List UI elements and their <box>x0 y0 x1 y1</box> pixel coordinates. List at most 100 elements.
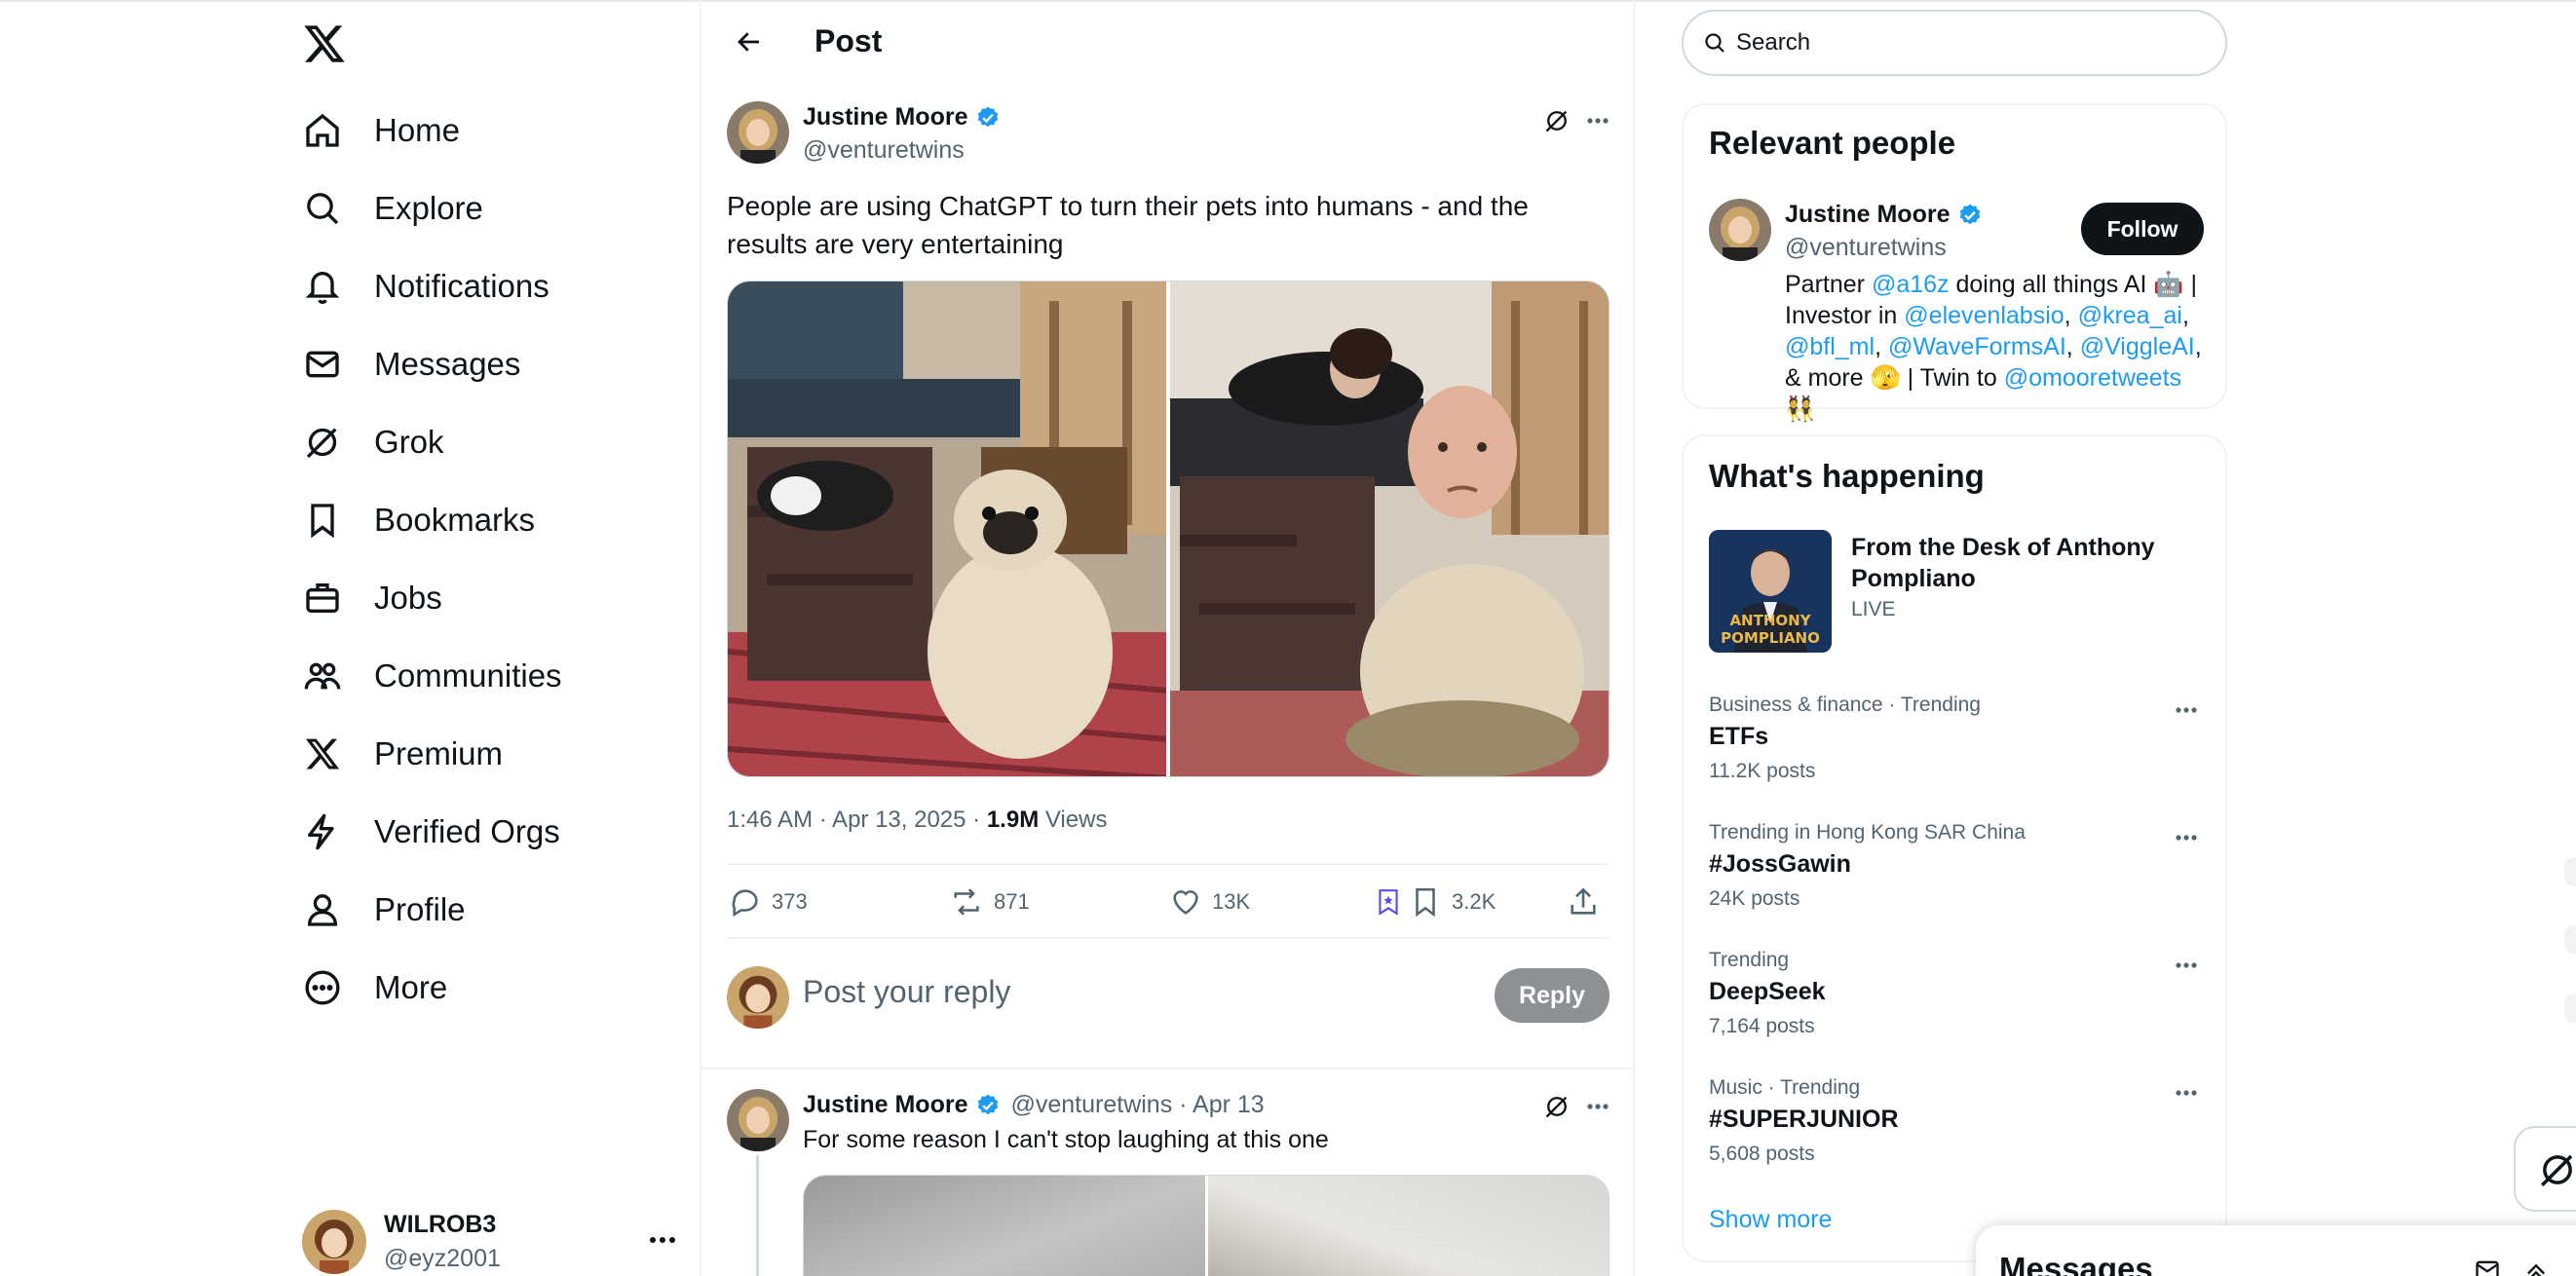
author-handle[interactable]: @venturetwins <box>803 136 965 165</box>
grok-bookmark-icon <box>1376 887 1401 917</box>
reply-author-avatar[interactable] <box>727 1089 789 1151</box>
bio-mention[interactable]: @ViggleAI <box>2080 333 2195 360</box>
bio-mention[interactable]: @a16z <box>1872 271 1950 298</box>
nav-communities[interactable]: Communities <box>302 647 562 705</box>
trend-item[interactable]: Trending in Hong Kong SAR China #JossGaw… <box>1684 821 2225 948</box>
person-handle[interactable]: @venturetwins <box>1785 234 1947 262</box>
repost-button[interactable]: 871 <box>949 884 1030 919</box>
nav-profile[interactable]: Profile <box>302 881 466 939</box>
search-icon <box>1703 31 1726 55</box>
avatar <box>302 1210 366 1274</box>
bio-mention[interactable]: @omooretweets <box>2004 364 2181 392</box>
share-icon <box>1567 885 1600 919</box>
nav-more[interactable]: More <box>302 958 447 1017</box>
new-message-icon[interactable] <box>2473 1257 2502 1276</box>
reply-count: 373 <box>772 889 808 914</box>
bookmark-icon <box>1409 885 1442 919</box>
chevron-up-icon[interactable] <box>2521 1257 2551 1276</box>
post-header: Post <box>701 0 1635 84</box>
reply-author-name[interactable]: Justine Moore <box>803 1091 967 1119</box>
thumb-text-1: ANTHONY <box>1729 612 1811 629</box>
reply-photo-right[interactable] <box>1208 1176 1609 1276</box>
relevant-people-card: Relevant people Justine Moore @venturetw… <box>1682 103 2227 423</box>
trend-post-count: 24K posts <box>1709 887 1800 910</box>
messages-drawer[interactable]: Messages <box>1976 1225 2576 1276</box>
thread-line <box>756 1155 759 1276</box>
trend-context: Music · Trending <box>1709 1076 1861 1099</box>
person-avatar[interactable] <box>1709 199 1771 261</box>
account-display-name: WILROB3 <box>384 1211 497 1238</box>
more-options-icon[interactable] <box>1578 101 1617 140</box>
nav-verified-orgs[interactable]: Verified Orgs <box>302 803 560 861</box>
author-name[interactable]: Justine Moore <box>803 103 1001 131</box>
live-title[interactable]: From the Desk of Anthony Pompliano <box>1851 532 2212 594</box>
author-avatar[interactable] <box>727 101 789 164</box>
search-input[interactable] <box>1736 29 2165 56</box>
nav-bookmarks[interactable]: Bookmarks <box>302 491 535 549</box>
reply-photo-left[interactable] <box>804 1176 1205 1276</box>
bio-mention[interactable]: @bfl_ml <box>1785 333 1875 360</box>
more-options-icon[interactable] <box>1578 1087 1617 1126</box>
nav-premium[interactable]: Premium <box>302 725 503 783</box>
post-timestamp: 1:46 AM · Apr 13, 2025 · 1.9M Views <box>727 807 1107 834</box>
people-icon <box>302 656 343 696</box>
grok-icon[interactable] <box>1537 101 1576 140</box>
more-icon[interactable] <box>643 1225 682 1255</box>
nav-label: Messages <box>374 346 521 382</box>
nav-label: Bookmarks <box>374 502 536 538</box>
more-options-icon[interactable] <box>2171 697 2202 723</box>
views-label: Views <box>1039 807 1108 833</box>
grok-icon[interactable] <box>1537 1087 1576 1126</box>
person-name[interactable]: Justine Moore <box>1785 201 1983 229</box>
timestamp-text[interactable]: 1:46 AM · Apr 13, 2025 · <box>727 807 987 833</box>
search-box[interactable] <box>1682 10 2227 76</box>
grok-analyze-button[interactable] <box>1376 884 1401 919</box>
mail-icon <box>302 344 343 385</box>
trend-item[interactable]: Trending DeepSeek 7,164 posts <box>1684 949 2225 1075</box>
nav-label: Jobs <box>374 580 442 616</box>
human-photo[interactable] <box>1169 281 1609 776</box>
pet-photo[interactable] <box>728 281 1166 776</box>
show-more-link[interactable]: Show more <box>1709 1206 1832 1234</box>
bio-mention[interactable]: @elevenlabsio <box>1904 302 2064 329</box>
reply-submit-button[interactable]: Reply <box>1495 968 1610 1023</box>
follow-button[interactable]: Follow <box>2081 203 2204 255</box>
back-arrow-icon[interactable] <box>727 19 772 64</box>
post-text: People are using ChatGPT to turn their p… <box>727 191 1529 259</box>
trend-item[interactable]: Music · Trending #SUPERJUNIOR 5,608 post… <box>1684 1076 2225 1203</box>
reply-media[interactable] <box>803 1175 1610 1276</box>
search-icon <box>302 188 343 229</box>
trend-post-count: 11.2K posts <box>1709 760 1816 782</box>
nav-messages[interactable]: Messages <box>302 335 520 394</box>
x-logo-icon[interactable] <box>302 21 347 66</box>
grok-float-button[interactable] <box>2514 1126 2576 1212</box>
like-button[interactable]: 13K <box>1169 884 1250 919</box>
post-media[interactable] <box>727 281 1610 777</box>
grok-icon <box>2537 1149 2576 1190</box>
reply-button[interactable]: 373 <box>729 884 808 919</box>
bio-mention[interactable]: @WaveFormsAI <box>1888 333 2066 360</box>
views-count: 1.9M <box>986 807 1040 833</box>
x-icon <box>302 733 343 774</box>
trend-context: Trending <box>1709 949 1790 971</box>
nav-grok[interactable]: Grok <box>302 413 444 471</box>
bio-mention[interactable]: @krea_ai <box>2078 302 2182 329</box>
nav-explore[interactable]: Explore <box>302 179 483 238</box>
nav-jobs[interactable]: Jobs <box>302 569 442 627</box>
live-thumbnail[interactable]: ANTHONY POMPLIANO <box>1709 530 1832 653</box>
more-options-icon[interactable] <box>2171 1080 2202 1106</box>
trend-item[interactable]: Business & finance · Trending ETFs 11.2K… <box>1684 694 2225 820</box>
nav-notifications[interactable]: Notifications <box>302 257 549 316</box>
bio-text: , <box>2065 333 2080 360</box>
trend-topic: ETFs <box>1709 723 1769 750</box>
reply-meta[interactable]: @venturetwins · Apr 13 <box>1010 1091 1264 1119</box>
nav-home[interactable]: Home <box>302 101 460 160</box>
nav-label: Premium <box>374 735 504 771</box>
share-button[interactable] <box>1567 884 1600 919</box>
bookmark-button[interactable]: 3.2K <box>1409 884 1496 919</box>
more-options-icon[interactable] <box>2171 953 2202 978</box>
more-options-icon[interactable] <box>2171 825 2202 850</box>
reply-input[interactable]: Post your reply <box>803 974 1010 1010</box>
account-switcher[interactable]: WILROB3 @eyz2001 <box>302 1208 682 1276</box>
trend-post-count: 5,608 posts <box>1709 1143 1815 1165</box>
